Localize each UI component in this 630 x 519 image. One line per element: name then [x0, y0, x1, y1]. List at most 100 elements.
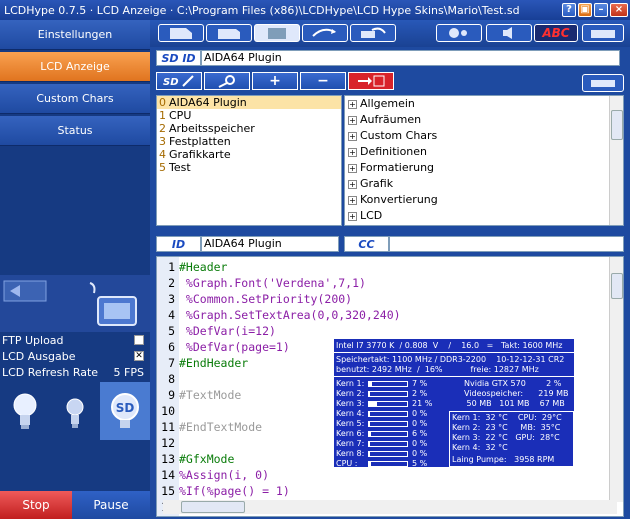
plugin-list[interactable]: 0 AIDA64 Plugin 1 CPU 2 Arbeitsspeicher 3 Festp… — [156, 95, 342, 226]
command-tree[interactable]: + Allgemein + Aufräumen + Custom Chars + Defini… — [344, 95, 624, 226]
lcd-ausgabe-row[interactable]: LCD Ausgabe ✕ — [0, 348, 150, 364]
editor-vscroll-thumb[interactable] — [611, 273, 623, 299]
window-title: LCDHype 0.7.5 · LCD Anzeige · C:\Program… — [4, 3, 520, 17]
help-button[interactable]: ? — [562, 3, 576, 17]
lcd-core-load-fill — [369, 412, 370, 416]
lcd-core-label: Kern 5: — [336, 419, 365, 428]
code-line[interactable]: 1 #Header — [157, 259, 611, 275]
plugin-list-item[interactable]: 2 Arbeitsspeicher — [157, 122, 341, 135]
expand-icon[interactable]: + — [348, 195, 357, 205]
code-line[interactable]: 3 %Common.SetPriority(200) — [157, 291, 611, 307]
sd-mode-button[interactable]: SD — [100, 382, 150, 440]
expand-icon[interactable]: + — [348, 163, 357, 173]
category-label: Allgemein — [360, 97, 415, 110]
remove-plugin-button[interactable]: − — [300, 72, 346, 90]
pause-button[interactable]: Pause — [72, 491, 150, 519]
sidebar-item-custom-chars[interactable]: Custom Chars — [0, 84, 150, 114]
restore-button[interactable]: ▣ — [578, 3, 592, 17]
close-button[interactable]: × — [610, 3, 628, 17]
command-tree-scroll-thumb[interactable] — [611, 110, 623, 140]
mute-button[interactable] — [486, 24, 532, 42]
add-plugin-button[interactable]: + — [252, 72, 298, 90]
category-label: Formatierung — [360, 161, 435, 174]
code-line[interactable]: 15 %If(%page() = 1) — [157, 483, 611, 499]
plugin-list-item[interactable]: 5 Test — [157, 161, 341, 174]
minimize-button[interactable]: – — [594, 3, 608, 17]
tools-button[interactable] — [582, 74, 624, 92]
plugin-name: AIDA64 Plugin — [169, 96, 247, 109]
plugin-list-item[interactable]: 1 CPU — [157, 109, 341, 122]
editor-hscroll-thumb[interactable] — [181, 501, 245, 513]
lcd-gpu-memory-values: 50 MB 101 MB 67 MB — [464, 399, 565, 408]
plugin-list-item[interactable]: 4 Grafikkarte — [157, 148, 341, 161]
code-text: #EndHeader — [179, 356, 249, 370]
id-field[interactable]: AIDA64 Plugin — [201, 236, 339, 252]
save-as-button[interactable] — [302, 24, 348, 42]
cc-field[interactable] — [389, 236, 624, 252]
refresh-rate-value: 5 FPS — [113, 365, 144, 379]
code-text: %DefVar(page=1) — [179, 340, 290, 354]
sd-id-field[interactable]: AIDA64 Plugin — [201, 50, 620, 66]
lcd-core-label: Kern 1: — [336, 379, 365, 388]
editor-vscrollbar[interactable] — [609, 257, 623, 502]
category-label: Konvertierung — [360, 193, 438, 206]
plugin-config-button[interactable] — [436, 24, 482, 42]
mute-icon — [503, 27, 512, 39]
editor-hscrollbar[interactable] — [163, 500, 617, 514]
lcd-core-label: Kern 7: — [336, 439, 365, 448]
save-file-button[interactable] — [254, 24, 300, 42]
code-line[interactable]: 2 %Graph.Font('Verdena',7,1) — [157, 275, 611, 291]
stop-button[interactable]: Stop — [0, 491, 72, 519]
lcd-ausgabe-checkbox[interactable]: ✕ — [134, 351, 144, 361]
ftp-upload-row[interactable]: FTP Upload — [0, 332, 150, 348]
insert-plugin-button[interactable] — [348, 72, 394, 90]
code-line[interactable]: 4 %Graph.SetTextArea(0,0,320,240) — [157, 307, 611, 323]
code-line[interactable]: 5 %DefVar(i=12) — [157, 323, 611, 339]
expand-icon[interactable]: + — [348, 211, 357, 221]
search-plugin-button[interactable] — [204, 72, 250, 90]
expand-icon[interactable]: + — [348, 99, 357, 109]
command-category[interactable]: + Grafik — [345, 176, 623, 192]
command-category[interactable]: + LCD — [345, 208, 623, 224]
export-button[interactable] — [350, 24, 396, 42]
open-file-button[interactable] — [206, 24, 252, 42]
sidebar: Einstellungen LCD Anzeige Custom Chars S… — [0, 20, 150, 519]
lcd-core-label: Kern 3: — [336, 399, 365, 408]
expand-icon[interactable]: + — [348, 179, 357, 189]
lcd-core-label: Kern 6: — [336, 429, 365, 438]
command-category[interactable]: + Formatierung — [345, 160, 623, 176]
command-category[interactable]: + Konvertierung — [345, 192, 623, 208]
category-label: Definitionen — [360, 145, 428, 158]
command-category[interactable]: + Definitionen — [345, 144, 623, 160]
plugin-list-item[interactable]: 3 Festplatten — [157, 135, 341, 148]
plugin-list-item[interactable]: 0 AIDA64 Plugin — [157, 96, 341, 109]
expand-icon[interactable]: + — [348, 131, 357, 141]
sidebar-item-lcd-anzeige[interactable]: LCD Anzeige — [0, 52, 150, 82]
sidebar-item-status[interactable]: Status — [0, 116, 150, 146]
abc-button[interactable]: ABC — [534, 24, 578, 42]
command-category[interactable]: + Custom Chars — [345, 128, 623, 144]
lcd-preview: Intel I7 3770 K / 0.808 V / 16.0 = Takt:… — [333, 338, 575, 468]
category-label: Custom Chars — [360, 129, 438, 142]
expand-icon[interactable]: + — [348, 115, 357, 125]
plugin-name: Festplatten — [169, 135, 231, 148]
command-category[interactable]: + Aufräumen — [345, 112, 623, 128]
keyboard-button[interactable] — [582, 24, 624, 42]
id-row: ID AIDA64 Plugin — [156, 236, 339, 252]
expand-icon[interactable]: + — [348, 147, 357, 157]
edit-plugin-button[interactable]: SD — [156, 72, 202, 90]
code-line[interactable]: 14 %Assign(i, 0) — [157, 467, 611, 483]
command-category[interactable]: + Allgemein — [345, 96, 623, 112]
ftp-upload-checkbox[interactable] — [134, 335, 144, 345]
backlight-off-button[interactable] — [50, 382, 100, 440]
ftp-upload-label: FTP Upload — [2, 333, 64, 347]
plugin-index: 1 — [159, 109, 166, 122]
backlight-on-button[interactable] — [0, 382, 50, 440]
command-tree-scrollbar[interactable] — [609, 96, 623, 225]
cc-row: CC — [344, 236, 624, 252]
new-file-button[interactable] — [158, 24, 204, 42]
lcd-temp-4: Kern 4: 32 °C — [452, 443, 508, 452]
sidebar-item-einstellungen[interactable]: Einstellungen — [0, 20, 150, 50]
lcd-core-load-bar — [368, 441, 408, 447]
